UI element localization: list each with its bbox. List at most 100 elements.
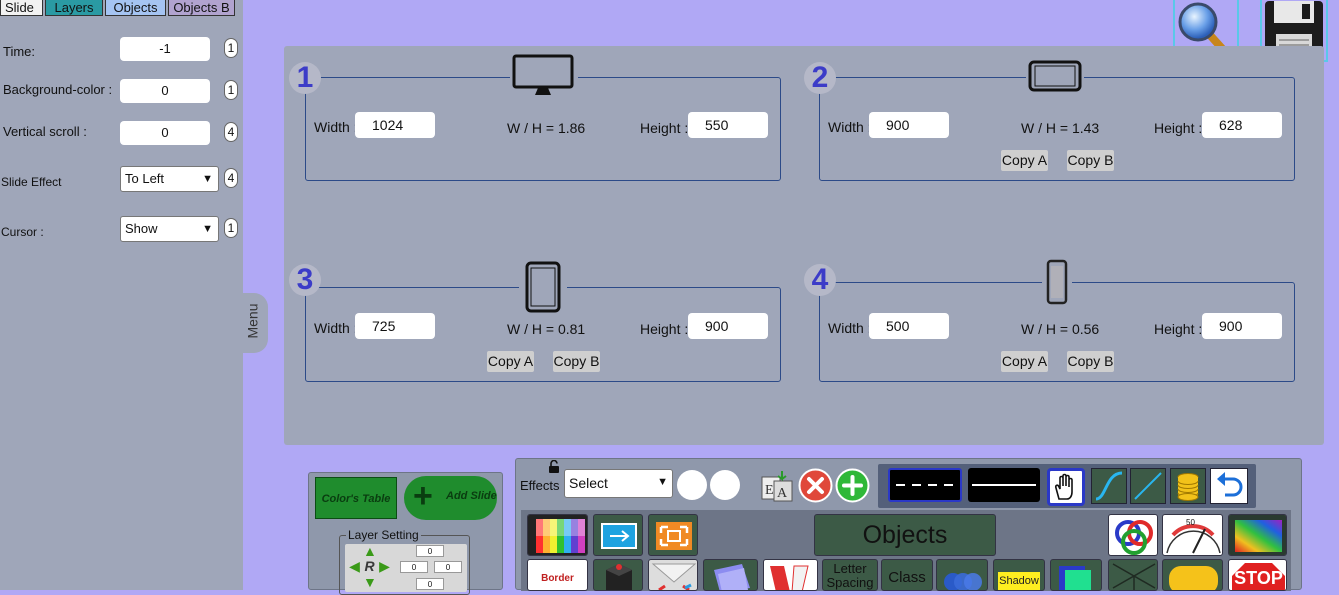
device-1-width-input[interactable]: 1024	[355, 112, 435, 138]
panel-tabs: Slide Layers Objects Objects B	[0, 0, 237, 16]
add-slide-button[interactable]: + Add Slide	[404, 476, 497, 520]
fullscreen-icon[interactable]	[648, 514, 698, 556]
device-2-copy-a-button[interactable]: Copy A	[1001, 150, 1048, 171]
device-4-copy-a-button[interactable]: Copy A	[1001, 351, 1048, 372]
chevron-down-icon: ▼	[657, 476, 668, 488]
device-1-width-label: Width :	[314, 119, 358, 135]
undo-icon[interactable]	[1210, 468, 1248, 504]
slide-effect-label: Slide Effect	[1, 175, 62, 189]
device-4-ratio: W / H = 0.56	[1021, 321, 1100, 337]
device-4-copy-b-button[interactable]: Copy B	[1067, 351, 1114, 372]
cursor-badge[interactable]: 1	[224, 218, 238, 238]
device-2-height-input[interactable]: 628	[1202, 112, 1282, 138]
device-2-copy-b-button[interactable]: Copy B	[1067, 150, 1114, 171]
time-badge[interactable]: 1	[224, 38, 238, 58]
time-input[interactable]: -1	[120, 37, 210, 61]
cursor-value: Show	[125, 221, 158, 236]
mirror-icon[interactable]	[763, 559, 818, 591]
object-toolbar: Effects Select ▼ E A Objects 50 Border L…	[515, 458, 1302, 591]
add-icon[interactable]	[835, 468, 870, 503]
envelope-icon[interactable]	[648, 559, 698, 591]
lock-icon[interactable]	[547, 459, 561, 474]
layer-value-left[interactable]: 0	[400, 561, 428, 573]
device-4-height-input[interactable]: 900	[1202, 313, 1282, 339]
curve-tool-icon[interactable]	[1091, 468, 1127, 504]
gauge-icon[interactable]: 50	[1162, 514, 1223, 556]
device-4-number: 4	[804, 264, 836, 296]
coins-stack-icon[interactable]	[1170, 468, 1206, 504]
device-3-height-input[interactable]: 900	[688, 313, 768, 339]
arrow-down-icon[interactable]: ▼	[363, 575, 377, 589]
border-button[interactable]: Border	[527, 559, 588, 591]
slide-settings-panel: Slide Layers Objects Objects B Time: -1 …	[0, 0, 243, 590]
menu-label: Menu	[244, 303, 261, 339]
colors-table-button[interactable]: Color's Table	[315, 477, 397, 519]
tab-slide[interactable]: Slide	[0, 0, 43, 16]
device-2-width-input[interactable]: 900	[869, 112, 949, 138]
plus-icon: +	[413, 477, 433, 515]
arrow-right-icon[interactable]: ▶	[378, 559, 391, 573]
letter-spacing-button[interactable]: Letter Spacing	[822, 559, 878, 591]
vertical-scroll-input[interactable]: 0	[120, 121, 210, 145]
rainbow-gradient-icon[interactable]	[1228, 514, 1287, 556]
layer-reset-icon[interactable]: R	[363, 559, 376, 573]
layer-setting-label: Layer Setting	[346, 528, 421, 542]
solid-line-button[interactable]	[968, 468, 1040, 502]
slide-actions-panel: Color's Table + Add Slide Layer Setting …	[308, 472, 503, 595]
arrow-up-icon[interactable]: ▲	[363, 544, 377, 558]
3d-box-icon[interactable]	[593, 559, 643, 591]
stop-button[interactable]: STOP	[1228, 559, 1287, 591]
background-color-badge[interactable]: 1	[224, 80, 238, 100]
dashed-line-button[interactable]	[888, 468, 962, 502]
tab-objects[interactable]: Objects	[105, 0, 166, 16]
hand-tool-icon[interactable]	[1047, 468, 1085, 506]
delete-icon[interactable]	[798, 468, 833, 503]
slide-effect-badge[interactable]: 4	[224, 168, 238, 188]
device-4-width-label: Width :	[828, 320, 872, 336]
screen-share-icon[interactable]	[593, 514, 643, 556]
layer-value-bottom[interactable]: 0	[416, 578, 444, 590]
effects-label: Effects	[520, 478, 560, 493]
class-button[interactable]: Class	[881, 559, 933, 591]
line-tool-icon[interactable]	[1130, 468, 1166, 504]
shadow-button[interactable]: Shadow	[993, 559, 1045, 591]
phone-icon	[1042, 259, 1072, 305]
device-2-number: 2	[804, 62, 836, 94]
circle-toggle-right[interactable]	[710, 470, 740, 500]
layer-value-top[interactable]: 0	[416, 545, 444, 557]
device-1-height-input[interactable]: 550	[688, 112, 768, 138]
rounded-shape-icon[interactable]	[1162, 559, 1223, 591]
overlapping-circles-icon[interactable]	[936, 559, 988, 591]
color-palette-icon[interactable]	[527, 514, 588, 556]
shadow-label: Shadow	[998, 572, 1040, 590]
device-3-number: 3	[289, 264, 321, 296]
text-direction-icon[interactable]: E A	[760, 469, 794, 503]
time-label: Time:	[3, 44, 36, 59]
rings-icon[interactable]	[1108, 514, 1158, 556]
layer-value-right[interactable]: 0	[434, 561, 462, 573]
background-color-label: Background-color :	[3, 82, 113, 97]
vertical-scroll-badge[interactable]: 4	[224, 122, 238, 142]
stacked-cards-icon[interactable]	[703, 559, 758, 591]
effects-select[interactable]: Select ▼	[564, 469, 673, 498]
objects-button[interactable]: Objects	[814, 514, 996, 556]
device-4-width-input[interactable]: 500	[869, 313, 949, 339]
cursor-select[interactable]: Show ▼	[120, 216, 219, 242]
monitor-icon	[510, 54, 578, 98]
background-color-input[interactable]: 0	[120, 79, 210, 103]
perspective-icon[interactable]	[1108, 559, 1158, 591]
tab-objects-b[interactable]: Objects B	[168, 0, 235, 16]
device-3-copy-b-button[interactable]: Copy B	[553, 351, 600, 372]
device-3-copy-a-button[interactable]: Copy A	[487, 351, 534, 372]
slide-effect-select[interactable]: To Left ▼	[120, 166, 219, 192]
device-2-ratio: W / H = 1.43	[1021, 120, 1100, 136]
vertical-scroll-label: Vertical scroll :	[3, 124, 87, 139]
tab-layers[interactable]: Layers	[45, 0, 103, 16]
device-3-width-input[interactable]: 725	[355, 313, 435, 339]
layer-order-icon[interactable]	[1050, 559, 1102, 591]
arrow-left-icon[interactable]: ◀	[348, 559, 361, 573]
chevron-down-icon: ▼	[202, 223, 213, 235]
circle-toggle-left[interactable]	[677, 470, 707, 500]
menu-toggle[interactable]: Menu	[243, 293, 268, 353]
device-1-ratio: W / H = 1.86	[507, 120, 586, 136]
